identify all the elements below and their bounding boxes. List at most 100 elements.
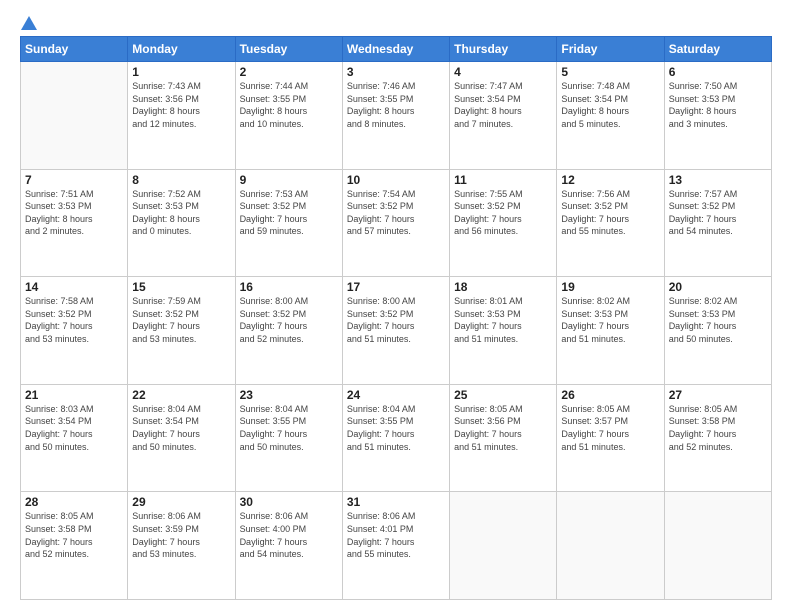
- day-number: 15: [132, 280, 230, 294]
- day-info: Sunrise: 8:05 AMSunset: 3:56 PMDaylight:…: [454, 403, 552, 453]
- day-info-line: Sunrise: 7:51 AM: [25, 189, 94, 199]
- day-info-line: Sunset: 3:57 PM: [561, 416, 628, 426]
- day-info-line: Sunset: 3:52 PM: [669, 201, 736, 211]
- day-info-line: Daylight: 7 hours: [132, 321, 200, 331]
- day-info: Sunrise: 8:04 AM Sunset: 3:55 PM Daylight:…: [240, 403, 338, 453]
- calendar-table: SundayMondayTuesdayWednesdayThursdayFrid…: [20, 36, 772, 600]
- day-info: Sunrise: 7:46 AMSunset: 3:55 PMDaylight:…: [347, 80, 445, 130]
- day-info-line: Sunrise: 8:02 AM: [669, 296, 738, 306]
- day-info-line: Sunset: 3:52 PM: [132, 309, 199, 319]
- calendar-day-cell: [664, 492, 771, 600]
- day-info: Sunrise: 7:43 AMSunset: 3:56 PMDaylight:…: [132, 80, 230, 130]
- calendar-week-row: 21Sunrise: 8:03 AMSunset: 3:54 PMDayligh…: [21, 384, 772, 492]
- calendar-day-cell: 26Sunrise: 8:05 AMSunset: 3:57 PMDayligh…: [557, 384, 664, 492]
- day-info-line: Sunrise: 8:05 AM: [561, 404, 630, 414]
- day-number: 24: [347, 388, 445, 402]
- calendar-day-cell: 2Sunrise: 7:44 AMSunset: 3:55 PMDaylight…: [235, 62, 342, 170]
- day-info: Sunrise: 7:55 AMSunset: 3:52 PMDaylight:…: [454, 188, 552, 238]
- day-info-line: and 3 minutes.: [669, 119, 728, 129]
- day-info-line: Sunrise: 8:02 AM: [561, 296, 630, 306]
- day-info-line: Daylight: 7 hours: [561, 214, 629, 224]
- day-info-line: Sunset: 3:54 PM: [25, 416, 92, 426]
- day-info-line: Sunrise: 7:58 AM: [25, 296, 94, 306]
- day-info: Sunrise: 8:05 AMSunset: 3:58 PMDaylight:…: [25, 510, 123, 560]
- day-number: 1: [132, 65, 230, 79]
- day-info-line: Daylight: 8 hours: [669, 106, 737, 116]
- day-info-line: and 7 minutes.: [454, 119, 513, 129]
- day-info-line: and 52 minutes.: [25, 549, 89, 559]
- calendar-week-row: 28Sunrise: 8:05 AMSunset: 3:58 PMDayligh…: [21, 492, 772, 600]
- day-info-line: Daylight: 7 hours: [240, 429, 308, 439]
- day-info-line: and 52 minutes.: [669, 442, 733, 452]
- day-info-line: Sunrise: 7:55 AM: [454, 189, 523, 199]
- day-info-line: Sunset: 3:54 PM: [561, 94, 628, 104]
- day-info-line: Sunset: 3:52 PM: [454, 201, 521, 211]
- day-info-line: Daylight: 7 hours: [25, 429, 93, 439]
- day-info-line: Sunrise: 7:52 AM: [132, 189, 201, 199]
- day-number: 27: [669, 388, 767, 402]
- day-info-line: Daylight: 7 hours: [25, 321, 93, 331]
- calendar-day-cell: 30Sunrise: 8:06 AMSunset: 4:00 PMDayligh…: [235, 492, 342, 600]
- day-info-line: Sunrise: 7:53 AM: [240, 189, 309, 199]
- day-info-line: and 50 minutes.: [669, 334, 733, 344]
- calendar-day-cell: 12Sunrise: 7:56 AMSunset: 3:52 PMDayligh…: [557, 169, 664, 277]
- day-info-line: Sunset: 3:52 PM: [561, 201, 628, 211]
- day-info-line: Sunrise: 7:47 AM: [454, 81, 523, 91]
- calendar-day-cell: 7Sunrise: 7:51 AMSunset: 3:53 PMDaylight…: [21, 169, 128, 277]
- day-info-line: Sunset: 4:01 PM: [347, 524, 414, 534]
- day-info-line: and 50 minutes.: [132, 442, 196, 452]
- day-info: Sunrise: 7:52 AMSunset: 3:53 PMDaylight:…: [132, 188, 230, 238]
- day-info-line: Sunrise: 8:03 AM: [25, 404, 94, 414]
- day-info-line: Sunrise: 7:56 AM: [561, 189, 630, 199]
- calendar-day-cell: 1Sunrise: 7:43 AMSunset: 3:56 PMDaylight…: [128, 62, 235, 170]
- weekday-header-cell: Friday: [557, 37, 664, 62]
- day-info-line: Daylight: 8 hours: [561, 106, 629, 116]
- day-info-line: Sunset: 3:53 PM: [669, 94, 736, 104]
- day-info-line: Sunset: 3:53 PM: [561, 309, 628, 319]
- day-info-line: Sunset: 3:55 PM: [240, 416, 307, 426]
- weekday-header-cell: Tuesday: [235, 37, 342, 62]
- day-info-line: Daylight: 7 hours: [561, 429, 629, 439]
- calendar-day-cell: 10Sunrise: 7:54 AMSunset: 3:52 PMDayligh…: [342, 169, 449, 277]
- day-info-line: Sunset: 3:52 PM: [240, 201, 307, 211]
- day-info-line: Sunrise: 8:06 AM: [240, 511, 309, 521]
- calendar-week-row: 1Sunrise: 7:43 AMSunset: 3:56 PMDaylight…: [21, 62, 772, 170]
- calendar-day-cell: 21Sunrise: 8:03 AMSunset: 3:54 PMDayligh…: [21, 384, 128, 492]
- day-info-line: Sunrise: 8:04 AM: [240, 404, 309, 414]
- day-info-line: and 12 minutes.: [132, 119, 196, 129]
- day-info: Sunrise: 8:03 AM Sunset: 3:54 PM Daylight:…: [25, 403, 123, 453]
- day-info-line: Sunset: 3:53 PM: [454, 309, 521, 319]
- calendar-day-cell: [557, 492, 664, 600]
- day-info-line: Daylight: 7 hours: [347, 214, 415, 224]
- day-info-line: and 53 minutes.: [132, 334, 196, 344]
- day-info-line: Sunset: 4:00 PM: [240, 524, 307, 534]
- day-number: 6: [669, 65, 767, 79]
- calendar-day-cell: 27Sunrise: 8:05 AMSunset: 3:58 PMDayligh…: [664, 384, 771, 492]
- weekday-header-cell: Sunday: [21, 37, 128, 62]
- day-number: 20: [669, 280, 767, 294]
- day-info: Sunrise: 7:53 AM Sunset: 3:52 PM Daylight:…: [240, 188, 338, 238]
- day-info-line: Sunset: 3:55 PM: [240, 94, 307, 104]
- calendar-day-cell: 18Sunrise: 8:01 AMSunset: 3:53 PMDayligh…: [450, 277, 557, 385]
- day-info-line: and 51 minutes.: [347, 442, 411, 452]
- day-info: Sunrise: 8:04 AMSunset: 3:55 PMDaylight:…: [347, 403, 445, 453]
- day-info-line: Sunset: 3:58 PM: [25, 524, 92, 534]
- day-info-line: Sunrise: 7:50 AM: [669, 81, 738, 91]
- calendar-day-cell: 15Sunrise: 7:59 AMSunset: 3:52 PMDayligh…: [128, 277, 235, 385]
- day-info-line: Daylight: 7 hours: [347, 321, 415, 331]
- weekday-header-cell: Thursday: [450, 37, 557, 62]
- day-info-line: Sunset: 3:52 PM: [240, 309, 307, 319]
- calendar-day-cell: 11Sunrise: 7:55 AMSunset: 3:52 PMDayligh…: [450, 169, 557, 277]
- day-info-line: Sunset: 3:52 PM: [347, 309, 414, 319]
- day-info: Sunrise: 8:05 AMSunset: 3:58 PMDaylight:…: [669, 403, 767, 453]
- day-info-line: Sunset: 3:55 PM: [347, 416, 414, 426]
- day-info-line: Daylight: 7 hours: [454, 429, 522, 439]
- day-info-line: Daylight: 7 hours: [240, 214, 308, 224]
- day-info-line: and 59 minutes.: [240, 226, 304, 236]
- day-info-line: and 5 minutes.: [561, 119, 620, 129]
- day-info-line: Sunset: 3:56 PM: [132, 94, 199, 104]
- logo-triangle-icon: [21, 16, 37, 30]
- calendar-day-cell: 6 Sunrise: 7:50 AM Sunset: 3:53 PM Daylight…: [664, 62, 771, 170]
- calendar-day-cell: 9Sunrise: 7:53 AMSunset: 3:52 PMDaylight…: [235, 169, 342, 277]
- day-info-line: Sunset: 3:53 PM: [132, 201, 199, 211]
